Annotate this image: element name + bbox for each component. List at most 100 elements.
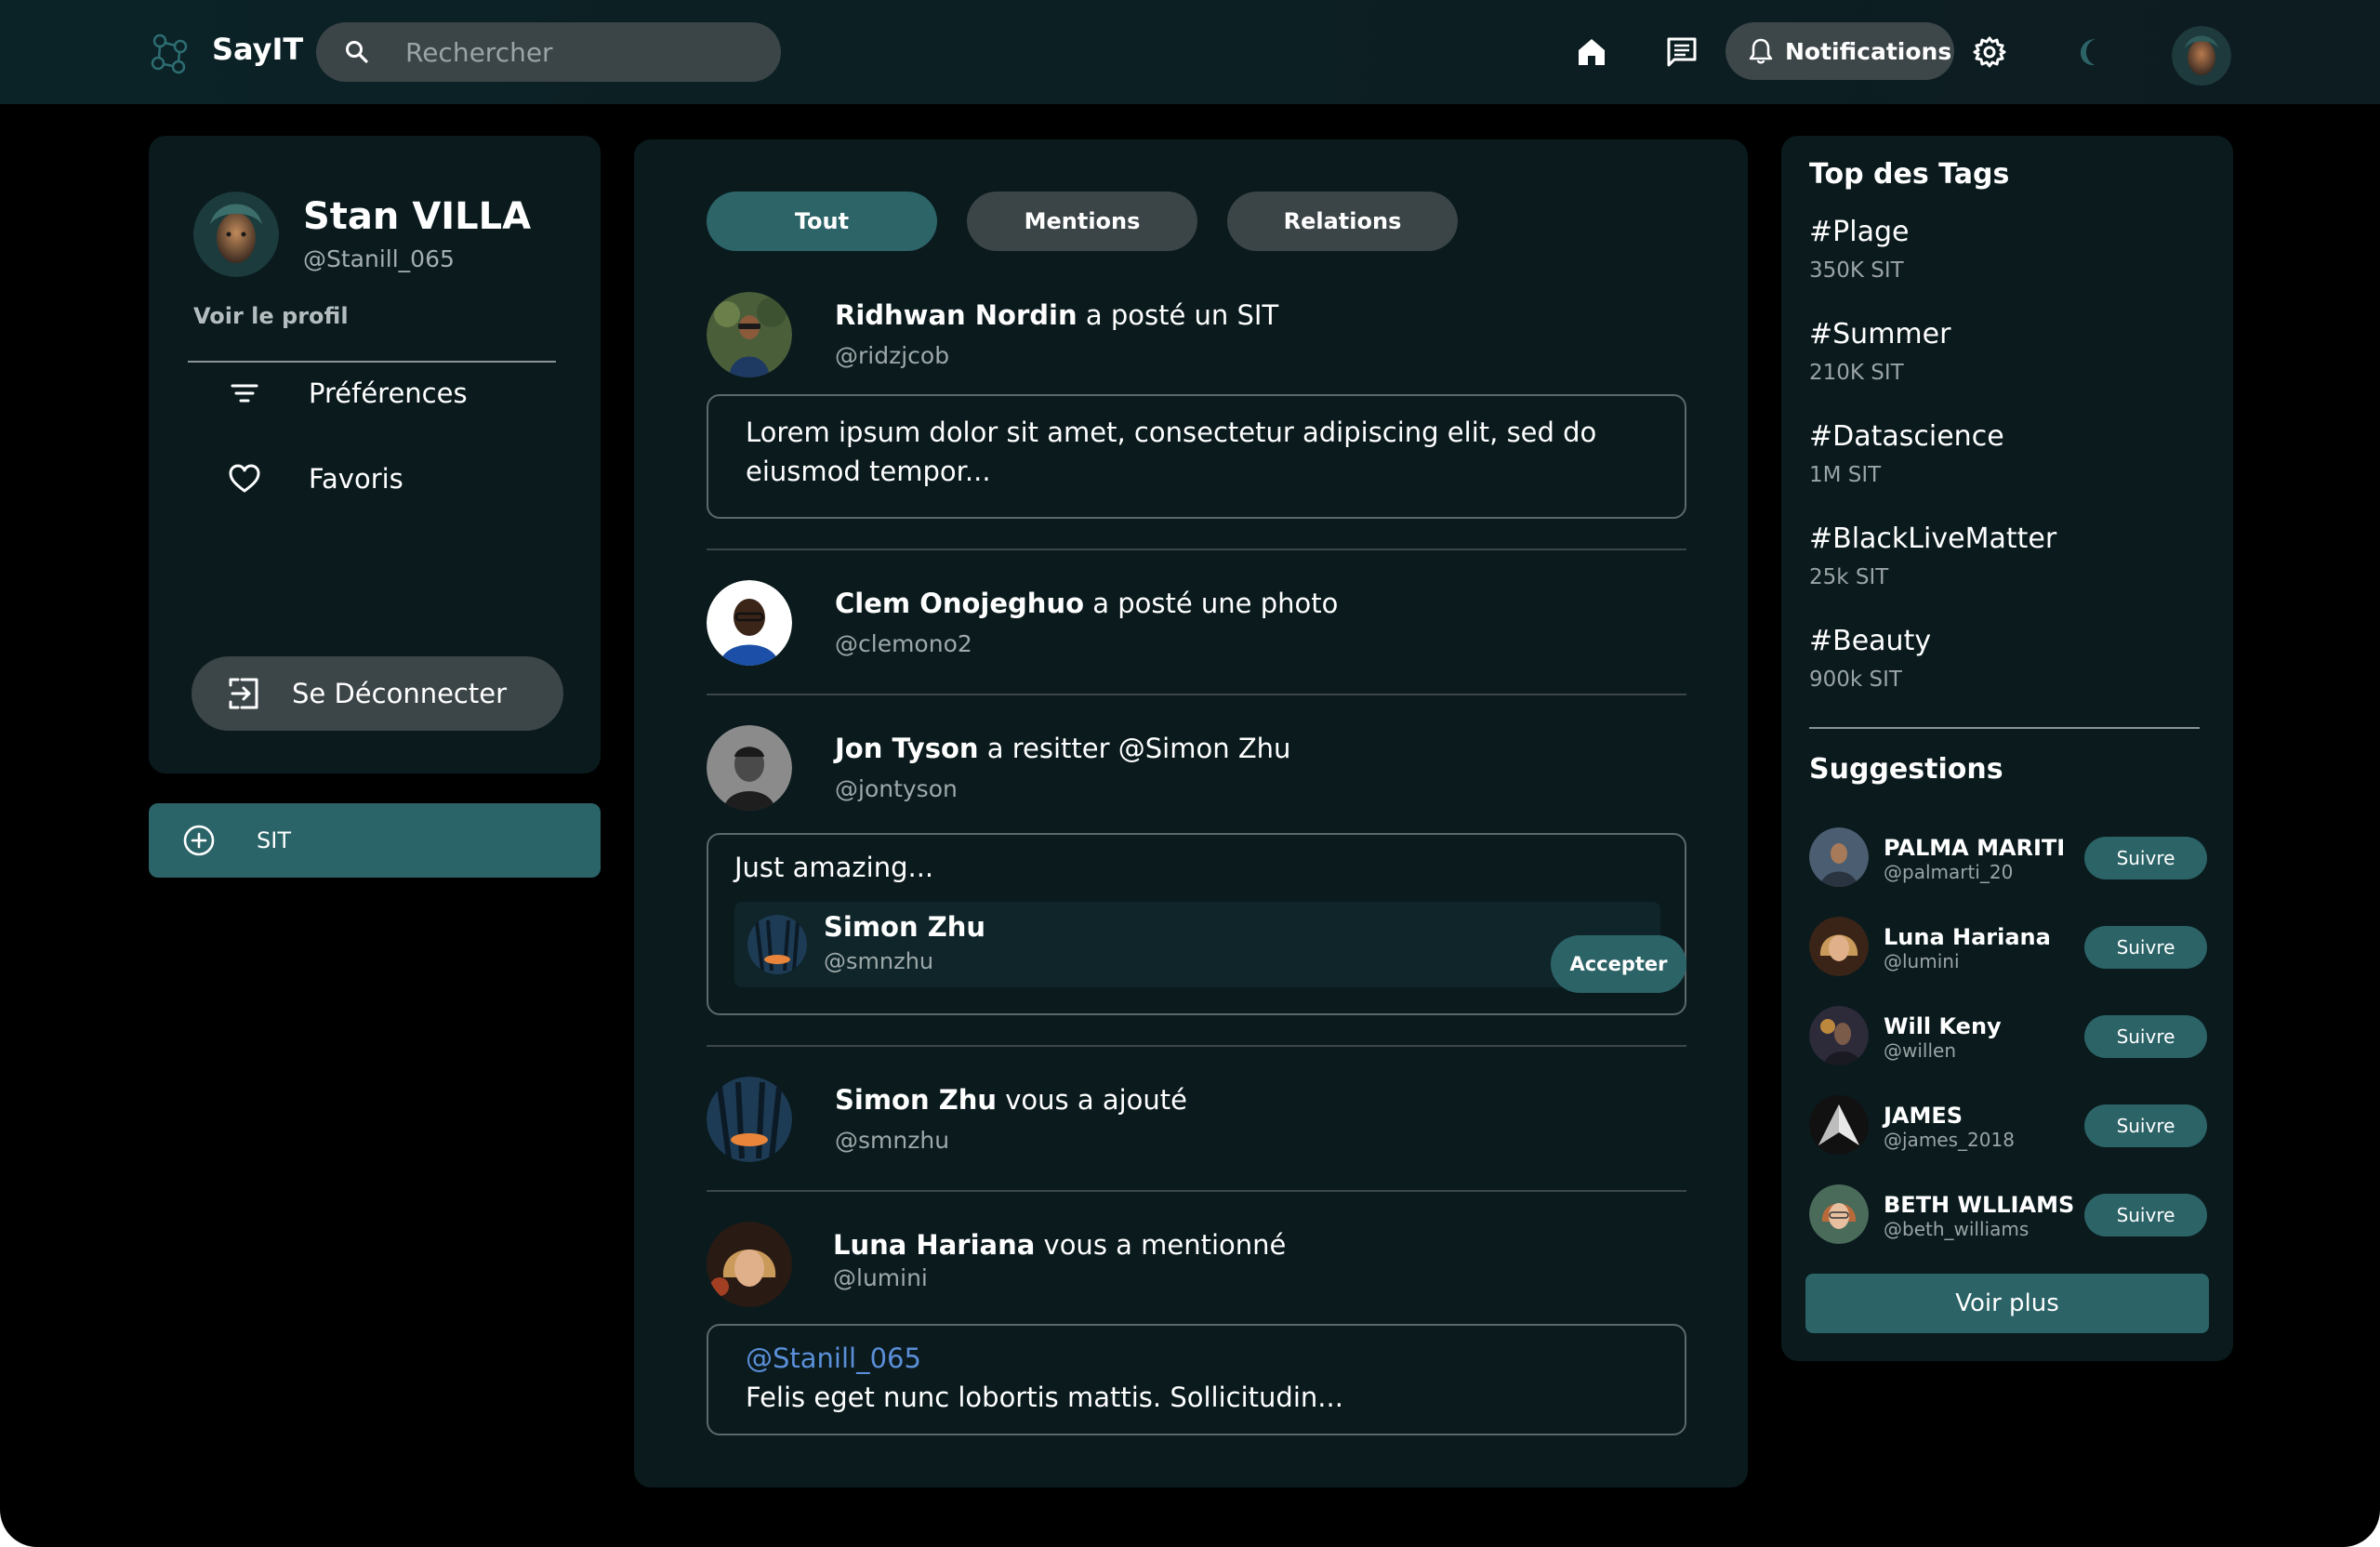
quoted-user[interactable]: Simon Zhu @smnzhu bbox=[734, 902, 1660, 987]
tag-count: 900k SIT bbox=[1809, 668, 1902, 692]
feed-panel: Tout Mentions Relations Ridhwan Nordin a… bbox=[634, 139, 1748, 1488]
tag-name[interactable]: #Summer bbox=[1809, 318, 1950, 350]
post-action: a resitter @Simon Zhu bbox=[986, 733, 1291, 764]
tab-relations[interactable]: Relations bbox=[1227, 192, 1458, 251]
filter-icon bbox=[231, 384, 258, 403]
post-author[interactable]: Clem Onojeghuo bbox=[835, 588, 1084, 619]
menu-item-favorites[interactable]: Favoris bbox=[227, 456, 403, 502]
post-handle: @clemono2 bbox=[835, 630, 972, 657]
tag-name[interactable]: #BlackLiveMatter bbox=[1809, 522, 2056, 555]
resit-content[interactable]: Just amazing... Simon Zhu @smnzhu bbox=[707, 833, 1686, 1015]
divider bbox=[707, 1045, 1686, 1047]
tab-mentions[interactable]: Mentions bbox=[967, 192, 1197, 251]
avatar[interactable] bbox=[1809, 827, 1869, 887]
messages-icon[interactable] bbox=[1663, 33, 1700, 71]
quoted-handle: @smnzhu bbox=[824, 948, 934, 974]
post-handle: @jontyson bbox=[835, 775, 958, 802]
follow-button[interactable]: Suivre bbox=[2084, 926, 2207, 969]
profile-card: Stan VILLA @Stanill_065 Voir le profil P… bbox=[149, 136, 601, 774]
post-action: a posté un SIT bbox=[1085, 299, 1279, 331]
post-handle: @ridzjcob bbox=[835, 342, 950, 369]
suggestion-name[interactable]: BETH WLLIAMS bbox=[1884, 1192, 2074, 1218]
suggestion-name[interactable]: Luna Hariana bbox=[1884, 924, 2051, 950]
search-bar[interactable] bbox=[316, 22, 781, 82]
profile-handle: @Stanill_065 bbox=[303, 245, 455, 272]
post-author[interactable]: Simon Zhu bbox=[835, 1084, 997, 1116]
post-title: Simon Zhu vous a ajouté bbox=[835, 1084, 1187, 1116]
tag-name[interactable]: #Beauty bbox=[1809, 625, 1931, 657]
suggestion-handle: @willen bbox=[1884, 1039, 1957, 1062]
view-profile-link[interactable]: Voir le profil bbox=[193, 303, 349, 329]
post-title: Luna Hariana vous a mentionné bbox=[833, 1229, 1286, 1261]
divider bbox=[1809, 727, 2200, 729]
compose-sit-button[interactable]: SIT bbox=[149, 803, 601, 878]
tag-count: 210K SIT bbox=[1809, 361, 1904, 385]
search-icon bbox=[346, 41, 368, 63]
app-name[interactable]: SayIT bbox=[212, 32, 303, 67]
suggestion-handle: @palmarti_20 bbox=[1884, 861, 2014, 883]
suggestion-name[interactable]: JAMES bbox=[1884, 1103, 1963, 1129]
home-icon[interactable] bbox=[1573, 33, 1610, 71]
mention-link[interactable]: @Stanill_065 bbox=[746, 1339, 1647, 1378]
bell-icon bbox=[1749, 38, 1773, 64]
avatar[interactable] bbox=[707, 580, 792, 666]
post-author[interactable]: Ridhwan Nordin bbox=[835, 299, 1078, 331]
avatar[interactable] bbox=[1809, 1095, 1869, 1155]
logout-button[interactable]: Se Déconnecter bbox=[192, 656, 563, 731]
suggestion-name[interactable]: Will Keny bbox=[1884, 1013, 2002, 1039]
avatar[interactable] bbox=[1809, 1006, 1869, 1065]
follow-button[interactable]: Suivre bbox=[2084, 1194, 2207, 1236]
post-author[interactable]: Jon Tyson bbox=[835, 733, 979, 764]
logo-icon[interactable] bbox=[145, 28, 195, 78]
menu-item-preferences[interactable]: Préférences bbox=[227, 370, 468, 416]
tab-all[interactable]: Tout bbox=[707, 192, 937, 251]
avatar bbox=[747, 915, 807, 974]
post-action: a posté une photo bbox=[1092, 588, 1339, 619]
top-tags-title: Top des Tags bbox=[1809, 158, 2010, 191]
moon-icon[interactable] bbox=[2071, 33, 2109, 71]
divider bbox=[707, 549, 1686, 550]
accept-button[interactable]: Accepter bbox=[1551, 935, 1686, 993]
avatar[interactable] bbox=[1809, 1184, 1869, 1244]
follow-button[interactable]: Suivre bbox=[2084, 1104, 2207, 1147]
profile-name: Stan VILLA bbox=[303, 195, 532, 238]
divider bbox=[707, 694, 1686, 695]
notifications-button[interactable]: Notifications bbox=[1726, 22, 1954, 80]
menu-item-label: Préférences bbox=[309, 377, 468, 409]
notifications-label: Notifications bbox=[1785, 37, 1952, 65]
post-text: Just amazing... bbox=[734, 852, 934, 883]
avatar[interactable] bbox=[707, 1222, 792, 1307]
tag-count: 25k SIT bbox=[1809, 565, 1889, 589]
post-handle: @lumini bbox=[833, 1264, 928, 1291]
follow-button[interactable]: Suivre bbox=[2084, 1015, 2207, 1058]
tag-name[interactable]: #Plage bbox=[1809, 216, 1909, 248]
user-avatar[interactable] bbox=[2172, 26, 2231, 86]
suggestion-handle: @beth_williams bbox=[1884, 1218, 2030, 1240]
tag-count: 350K SIT bbox=[1809, 258, 1904, 283]
add-circle-icon bbox=[183, 825, 215, 856]
suggestion-name[interactable]: PALMA MARITI bbox=[1884, 835, 2065, 861]
tag-name[interactable]: #Datascience bbox=[1809, 420, 2004, 453]
search-input[interactable] bbox=[405, 36, 759, 68]
post-action: vous a ajouté bbox=[1005, 1084, 1188, 1116]
right-sidebar: Top des Tags #Plage 350K SIT #Summer 210… bbox=[1781, 136, 2233, 1361]
tag-count: 1M SIT bbox=[1809, 463, 1882, 487]
top-bar: SayIT Notifications bbox=[0, 0, 2380, 104]
avatar[interactable] bbox=[707, 1077, 792, 1162]
follow-button[interactable]: Suivre bbox=[2084, 837, 2207, 879]
avatar[interactable] bbox=[707, 725, 792, 811]
suggestions-title: Suggestions bbox=[1809, 753, 2003, 786]
see-more-button[interactable]: Voir plus bbox=[1805, 1274, 2209, 1333]
quoted-name: Simon Zhu bbox=[824, 911, 986, 943]
app-window: SayIT Notifications bbox=[0, 0, 2380, 1547]
logout-label: Se Déconnecter bbox=[292, 678, 508, 709]
avatar[interactable] bbox=[1809, 917, 1869, 976]
post-action: vous a mentionné bbox=[1043, 1229, 1287, 1261]
post-content[interactable]: @Stanill_065 Felis eget nunc lobortis ma… bbox=[707, 1324, 1686, 1435]
gear-icon[interactable] bbox=[1971, 33, 2008, 71]
post-content[interactable]: Lorem ipsum dolor sit amet, consectetur … bbox=[707, 394, 1686, 519]
post-author[interactable]: Luna Hariana bbox=[833, 1229, 1035, 1261]
profile-avatar[interactable] bbox=[193, 192, 279, 277]
avatar[interactable] bbox=[707, 292, 792, 377]
divider bbox=[188, 361, 556, 363]
